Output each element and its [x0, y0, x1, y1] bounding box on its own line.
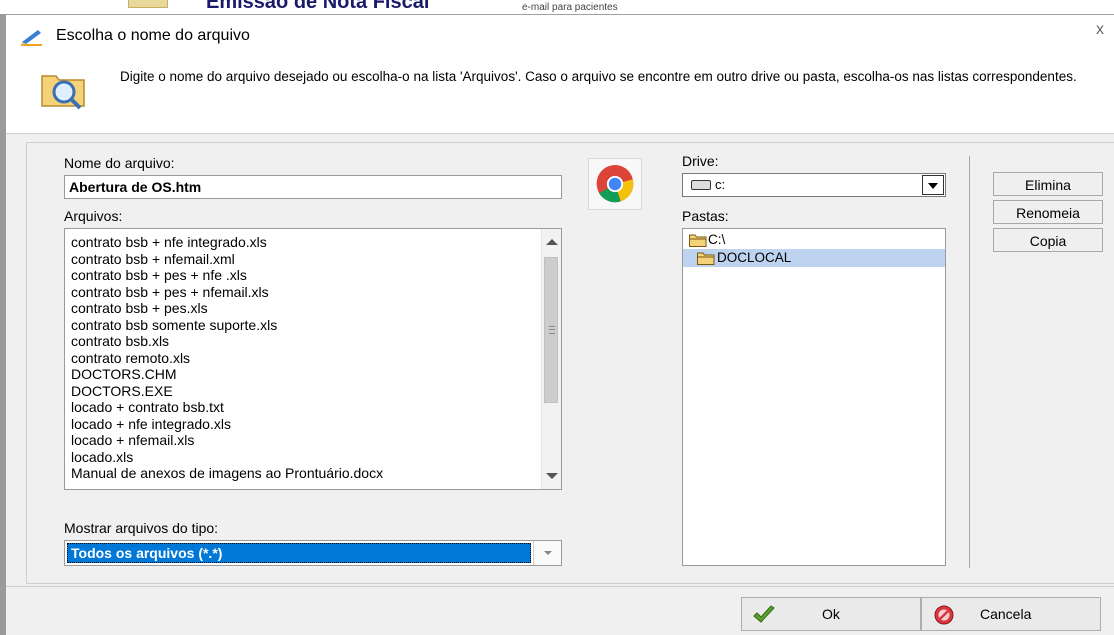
list-item[interactable]: contrato bsb + nfe integrado.xls	[71, 234, 267, 251]
rename-button[interactable]: Renomeia	[993, 200, 1103, 224]
chevron-down-icon[interactable]	[922, 175, 944, 195]
copy-button-label: Copia	[1029, 233, 1067, 249]
hard-drive-icon	[691, 180, 711, 190]
list-item[interactable]: contrato bsb + pes + nfemail.xls	[71, 284, 269, 301]
folder-item-label: C:\	[708, 232, 726, 247]
ok-button[interactable]: Ok	[741, 597, 921, 631]
folder-item-selected[interactable]: DOCLOCAL	[683, 249, 945, 267]
files-label: Arquivos:	[64, 208, 123, 224]
background-app-icon	[128, 0, 168, 8]
scroll-up-icon[interactable]	[546, 239, 558, 245]
grip-icon	[549, 326, 555, 334]
folder-icon	[689, 234, 707, 247]
filename-label: Nome do arquivo:	[64, 155, 175, 171]
list-item[interactable]: contrato bsb.xls	[71, 333, 169, 350]
list-item[interactable]: locado + contrato bsb.txt	[71, 399, 224, 416]
file-type-label: Mostrar arquivos do tipo:	[64, 520, 219, 536]
list-item[interactable]: contrato bsb + pes + nfe .xls	[71, 267, 247, 284]
list-item[interactable]: locado + nfe integrado.xls	[71, 416, 231, 433]
list-item[interactable]: contrato bsb + nfemail.xml	[71, 251, 235, 268]
no-entry-icon	[934, 605, 954, 625]
instructions-text: Digite o nome do arquivo desejado ou esc…	[120, 69, 1077, 84]
delete-button[interactable]: Elimina	[993, 172, 1103, 196]
chevron-down-icon[interactable]	[533, 541, 561, 565]
list-item[interactable]: locado.xls	[71, 449, 133, 466]
list-item[interactable]: DOCTORS.EXE	[71, 383, 173, 400]
file-type-select[interactable]: Todos os arquivos (*.*)	[64, 540, 562, 566]
footer-divider	[6, 586, 1114, 587]
background-window-strip: Emissão de Nota Fiscal e-mail para pacie…	[0, 0, 1114, 14]
folders-listbox[interactable]: C:\ DOCLOCAL	[682, 228, 946, 566]
background-app-subtitle: e-mail para pacientes	[522, 2, 618, 13]
chrome-icon	[596, 165, 634, 203]
instructions-panel: Digite o nome do arquivo desejado ou esc…	[6, 58, 1114, 134]
list-item[interactable]: DOCTORS.CHM	[71, 366, 177, 383]
files-scrollbar[interactable]	[541, 229, 561, 489]
dialog-title: Escolha o nome do arquivo	[56, 27, 250, 44]
folder-search-icon	[41, 75, 85, 110]
file-type-value: Todos os arquivos (*.*)	[67, 543, 531, 563]
open-in-browser-button[interactable]	[588, 158, 642, 210]
checkmark-icon	[753, 605, 775, 623]
folders-label: Pastas:	[682, 208, 729, 224]
background-app-title: Emissão de Nota Fiscal	[206, 0, 430, 13]
ok-button-label: Ok	[822, 606, 840, 622]
rename-button-label: Renomeia	[1016, 205, 1080, 221]
cancel-button[interactable]: Cancela	[921, 597, 1101, 631]
list-item[interactable]: contrato remoto.xls	[71, 350, 190, 367]
filename-input[interactable]	[64, 175, 562, 199]
folder-item[interactable]: C:\	[687, 231, 767, 249]
list-item[interactable]: Manual de anexos de imagens ao Prontuári…	[71, 465, 383, 482]
drive-value: c:	[715, 177, 726, 192]
drive-label: Drive:	[682, 153, 719, 169]
delete-button-label: Elimina	[1025, 177, 1071, 193]
list-item[interactable]: locado + nfemail.xls	[71, 432, 194, 449]
list-item[interactable]: contrato bsb somente suporte.xls	[71, 317, 277, 334]
copy-button[interactable]: Copia	[993, 228, 1103, 252]
scroll-down-icon[interactable]	[546, 473, 558, 479]
folder-icon	[697, 252, 715, 265]
close-button[interactable]: x	[1090, 21, 1110, 39]
drive-select[interactable]: c:	[682, 173, 946, 197]
dialog-title-bar[interactable]: Escolha o nome do arquivo x	[6, 14, 1114, 58]
folder-item-label: DOCLOCAL	[717, 250, 792, 265]
scrollbar-thumb[interactable]	[544, 257, 558, 403]
vertical-divider	[969, 156, 970, 568]
pencil-icon	[21, 30, 42, 46]
list-item[interactable]: contrato bsb + pes.xls	[71, 300, 208, 317]
cancel-button-label: Cancela	[980, 606, 1032, 622]
files-listbox[interactable]: contrato bsb + nfe integrado.xls contrat…	[64, 228, 562, 490]
